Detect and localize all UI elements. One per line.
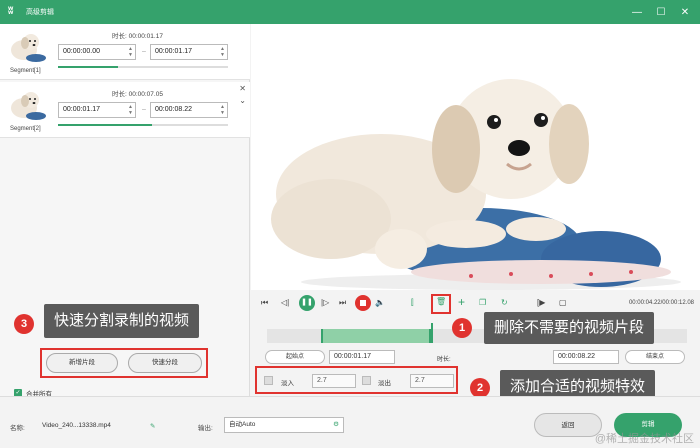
fade-in-checkbox[interactable] [264,376,273,385]
step-forward-icon[interactable]: |▷ [321,298,329,307]
segment-start-time[interactable]: 00:00:00.00 ▲ ▼ [58,44,136,60]
output-select[interactable]: 自动Auto ⚙ [224,417,344,433]
name-label: 名称: [10,425,25,432]
split-icon[interactable]: ⫿ [411,298,414,308]
segment-label: Segment[1] [10,68,41,74]
chevron-down-icon[interactable]: ⌄ [239,96,246,105]
maximize-icon[interactable]: ☐ [654,7,668,18]
segment-panel: Segment[1] 时长: 00:00:01.17 00:00:00.00 ▲ ▼… [0,24,250,396]
step-back-icon[interactable]: ◁| [281,298,289,307]
mark-in-icon[interactable]: [▶ [537,298,545,307]
segment-end-time[interactable]: 00:00:08.22 ▲ ▼ [150,102,228,118]
start-time-field[interactable]: 00:00:01.17 [329,350,395,364]
back-button[interactable]: 返回 [534,413,602,437]
settings-gear-icon[interactable]: ⚙ [333,418,339,432]
fade-out-label: 淡出 [378,380,391,387]
segment-end-time[interactable]: 00:00:01.17 ▲ ▼ [150,44,228,60]
stop-button[interactable] [355,295,371,311]
spinner-icon[interactable]: ▲ ▼ [128,104,133,116]
time-readout: 00:00:04.22/00:00:12.08 [628,300,694,306]
spinner-icon[interactable]: ▲ ▼ [220,104,225,116]
segment-duration: 时长: 00:00:07.05 [112,91,163,98]
segment-thumbnail [4,30,50,64]
puppy-image [251,24,700,290]
close-icon[interactable]: ✕ [678,7,692,18]
rotate-icon[interactable]: ↻ [501,298,508,307]
segment-label: Segment[2] [10,126,41,132]
video-preview [251,24,700,290]
fade-in-label: 淡入 [281,380,294,387]
window-title: 高级剪辑 [26,9,54,16]
watermark: @稀土掘金技术社区 [594,433,694,445]
pause-button[interactable]: ❚❚ [299,295,315,311]
bottom-bar: 名称: Video_240...13338.mp4 ✎ 输出: 自动Auto ⚙… [0,396,700,448]
file-name: Video_240...13338.mp4 [42,422,111,429]
fade-out-checkbox[interactable] [362,376,371,385]
annotation-badge: 1 [452,318,472,338]
minimize-icon[interactable]: — [630,7,644,18]
timeline-selection[interactable] [321,329,431,343]
title-bar: ʬ 高级剪辑 — ☐ ✕ [0,0,700,24]
edit-name-icon[interactable]: ✎ [150,422,155,430]
fade-out-value[interactable]: 2.7 [410,374,454,388]
quick-split-button[interactable]: 快速分段 [128,353,202,373]
skip-end-icon[interactable]: ⏭ [339,298,346,308]
copy-icon[interactable]: ❐ [479,298,486,307]
close-segment-icon[interactable]: ✕ [239,84,246,93]
add-segment-button[interactable]: 新增片段 [46,353,118,373]
end-time-field[interactable]: 00:00:08.22 [553,350,619,364]
output-label: 输出: [198,425,213,432]
start-point-button[interactable]: 起始点 [265,350,325,364]
segment-progress [58,124,228,126]
annotation-callout: 删除不需要的视频片段 [484,312,655,344]
fade-in-value[interactable]: 2.7 [312,374,356,388]
segment-item[interactable]: Segment[2] 时长: 00:00:07.05 ✕ ⌄ 00:00:01.… [0,82,250,138]
spinner-icon[interactable]: ▲ ▼ [128,46,133,58]
playhead[interactable] [430,323,433,343]
volume-icon[interactable]: 🔈 [375,298,385,307]
skip-start-icon[interactable]: ⏮ [261,298,268,308]
add-icon[interactable]: + [458,295,465,309]
duration-label: 时长: [437,357,451,363]
annotation-badge: 2 [470,378,490,398]
window-controls: — ☐ ✕ [630,0,692,24]
segment-progress [58,66,228,68]
mark-out-icon[interactable]: ▢ [559,298,567,307]
segment-thumbnail [4,88,50,122]
annotation-badge: 3 [14,314,34,334]
end-point-button[interactable]: 结束点 [625,350,685,364]
spinner-icon[interactable]: ▲ ▼ [220,46,225,58]
segment-start-time[interactable]: 00:00:01.17 ▲ ▼ [58,102,136,118]
segment-duration: 时长: 00:00:01.17 [112,33,163,40]
annotation-callout: 快速分割录制的视频 [44,304,200,338]
app-logo-icon: ʬ [8,6,14,17]
delete-icon[interactable]: 🗑 [436,297,446,306]
segment-item[interactable]: Segment[1] 时长: 00:00:01.17 00:00:00.00 ▲ ▼… [0,24,250,80]
